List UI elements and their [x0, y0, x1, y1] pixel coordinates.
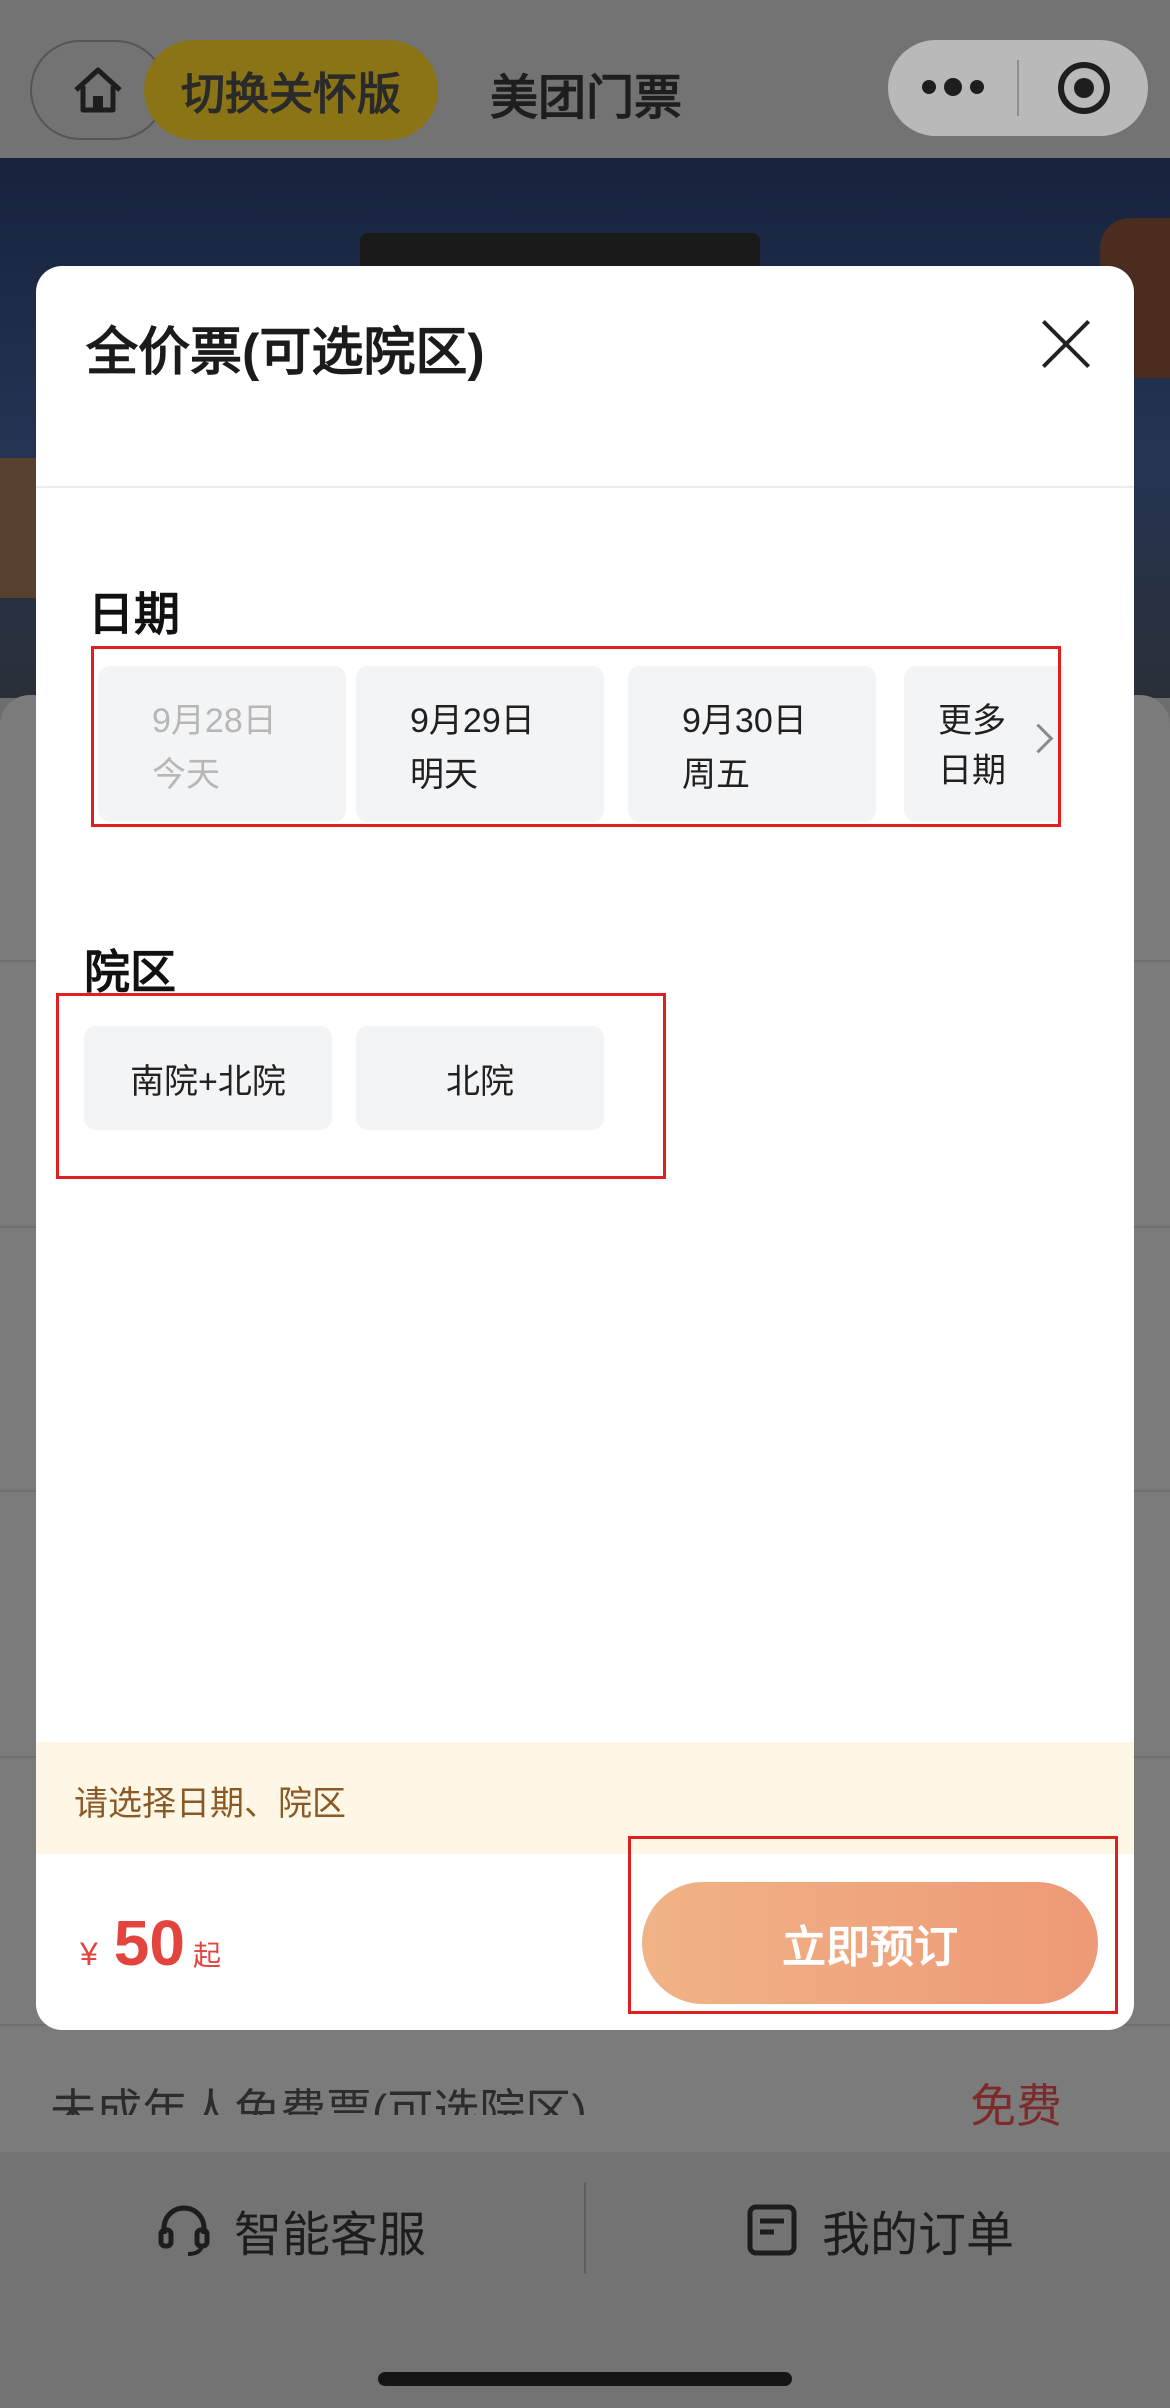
selection-hint-text: 请选择日期、院区	[74, 1785, 346, 1823]
order-list-icon	[747, 2204, 797, 2256]
close-program-button[interactable]	[1019, 40, 1148, 136]
price-suffix: 起	[192, 1940, 221, 1971]
customer-service-label: 智能客服	[234, 2209, 427, 2262]
page-title: 美团门票	[490, 72, 683, 125]
annotation-box-book	[628, 1836, 1118, 2014]
mini-program-capsule	[888, 40, 1148, 136]
modal-header-divider	[36, 486, 1134, 488]
home-icon	[74, 67, 122, 113]
top-nav-bar: 切换关怀版 美团门票	[0, 0, 1170, 158]
care-mode-button[interactable]: 切换关怀版	[144, 40, 438, 140]
my-orders-button[interactable]: 我的订单	[744, 2195, 1014, 2265]
price-amount: 50	[113, 1907, 185, 1979]
more-menu-button[interactable]	[888, 40, 1017, 136]
price-display: ¥ 50 起	[80, 1906, 221, 1980]
customer-service-button[interactable]: 智能客服	[156, 2195, 426, 2265]
annotation-box-campus	[56, 993, 666, 1179]
background-ticket-price: 免费	[970, 2080, 1062, 2132]
home-indicator	[378, 2372, 792, 2386]
price-currency: ¥	[80, 1936, 98, 1972]
target-icon	[1057, 62, 1110, 114]
headset-icon	[158, 2205, 210, 2256]
date-section-title: 日期	[88, 588, 180, 640]
bottom-bar-divider	[584, 2182, 586, 2274]
background-ticket-label: 未成年人免费票(可选院区)	[50, 2085, 587, 2115]
close-icon[interactable]	[1038, 316, 1094, 372]
annotation-box-dates	[91, 646, 1061, 827]
modal-title: 全价票(可选院区)	[86, 324, 485, 382]
my-orders-label: 我的订单	[822, 2209, 1015, 2262]
more-dots-icon	[921, 78, 984, 96]
